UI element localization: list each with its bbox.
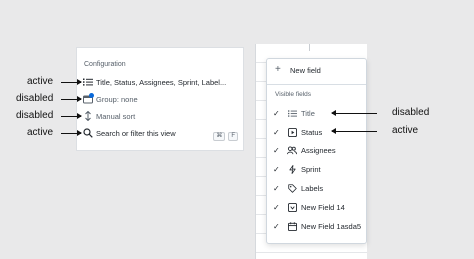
sort-icon [82, 111, 93, 122]
group-icon [82, 92, 94, 105]
annotation-active: active [392, 125, 419, 136]
group-menu-item-label: Group: none [96, 94, 138, 104]
field-item-label: Status [301, 127, 323, 137]
field-item-label: Title [301, 108, 315, 118]
annotation-arrow [61, 113, 82, 119]
annotation-active: active [27, 127, 54, 138]
check-icon: ✓ [273, 202, 280, 212]
field-item-title[interactable]: ✓ Title [273, 107, 315, 119]
annotation-arrow [61, 96, 82, 102]
configuration-menu: Configuration Title, Status, Assignees, … [76, 57, 244, 149]
check-icon: ✓ [273, 221, 280, 231]
search-filter-menu-item[interactable]: Search or filter this view [82, 126, 176, 140]
calendar-icon [287, 221, 297, 231]
search-shortcut: ⌘ F [210, 132, 238, 141]
field-item-new-field-14[interactable]: ✓ New Field 14 [273, 201, 345, 213]
annotation-arrow [61, 130, 82, 136]
field-item-sprint[interactable]: ✓ Sprint [273, 163, 321, 175]
check-icon: ✓ [273, 108, 280, 118]
search-filter-label: Search or filter this view [96, 128, 176, 138]
sort-menu-item[interactable]: Manual sort [82, 109, 135, 123]
sort-menu-item-label: Manual sort [96, 111, 136, 121]
tag-icon [287, 183, 297, 193]
field-item-assignees[interactable]: ✓ Assignees [273, 144, 336, 156]
new-field-button[interactable]: + New field [275, 65, 321, 75]
annotation-active: active [27, 76, 54, 87]
configuration-heading: Configuration [84, 61, 126, 68]
annotation-disabled: disabled [16, 93, 54, 104]
annotation-arrow [331, 110, 377, 116]
shortcut-key-f: F [228, 132, 238, 141]
search-icon [82, 128, 93, 139]
new-field-label: New field [290, 65, 321, 75]
field-item-labels[interactable]: ✓ Labels [273, 182, 323, 194]
column-divider[interactable] [309, 44, 310, 51]
check-icon: ✓ [273, 164, 280, 174]
annotation-disabled: disabled [392, 107, 430, 118]
visible-fields-heading: Visible fields [275, 91, 312, 98]
single-select-icon [287, 202, 297, 212]
field-item-label: Assignees [301, 145, 336, 155]
check-icon: ✓ [273, 145, 280, 155]
menu-divider [267, 84, 366, 85]
shortcut-key-cmd: ⌘ [213, 132, 226, 141]
field-item-label: Labels [301, 183, 324, 193]
field-item-label: New Field 1asda5 [301, 221, 362, 231]
group-menu-item[interactable]: Group: none [82, 92, 138, 106]
list-icon [82, 77, 93, 88]
people-icon [287, 145, 297, 155]
status-icon [287, 127, 297, 137]
annotation-arrow [61, 79, 82, 85]
check-icon: ✓ [273, 183, 280, 193]
field-item-status[interactable]: ✓ Status [273, 126, 322, 138]
fields-menu-item-label: Title, Status, Assignees, Sprint, Label.… [96, 77, 227, 87]
check-icon: ✓ [273, 127, 280, 137]
list-icon [287, 108, 297, 118]
field-item-new-field-1asda5[interactable]: ✓ New Field 1asda5 [273, 220, 361, 232]
fields-menu-item[interactable]: Title, Status, Assignees, Sprint, Label.… [82, 75, 226, 89]
fields-dropdown: + New field Visible fields ✓ Title ✓ Sta… [266, 58, 367, 244]
plus-icon: + [275, 64, 281, 75]
annotation-arrow [331, 128, 377, 134]
group-badge [89, 92, 94, 98]
iteration-icon [287, 164, 297, 174]
field-item-label: Sprint [301, 164, 321, 174]
field-item-label: New Field 14 [301, 202, 345, 212]
annotation-disabled: disabled [16, 110, 54, 121]
